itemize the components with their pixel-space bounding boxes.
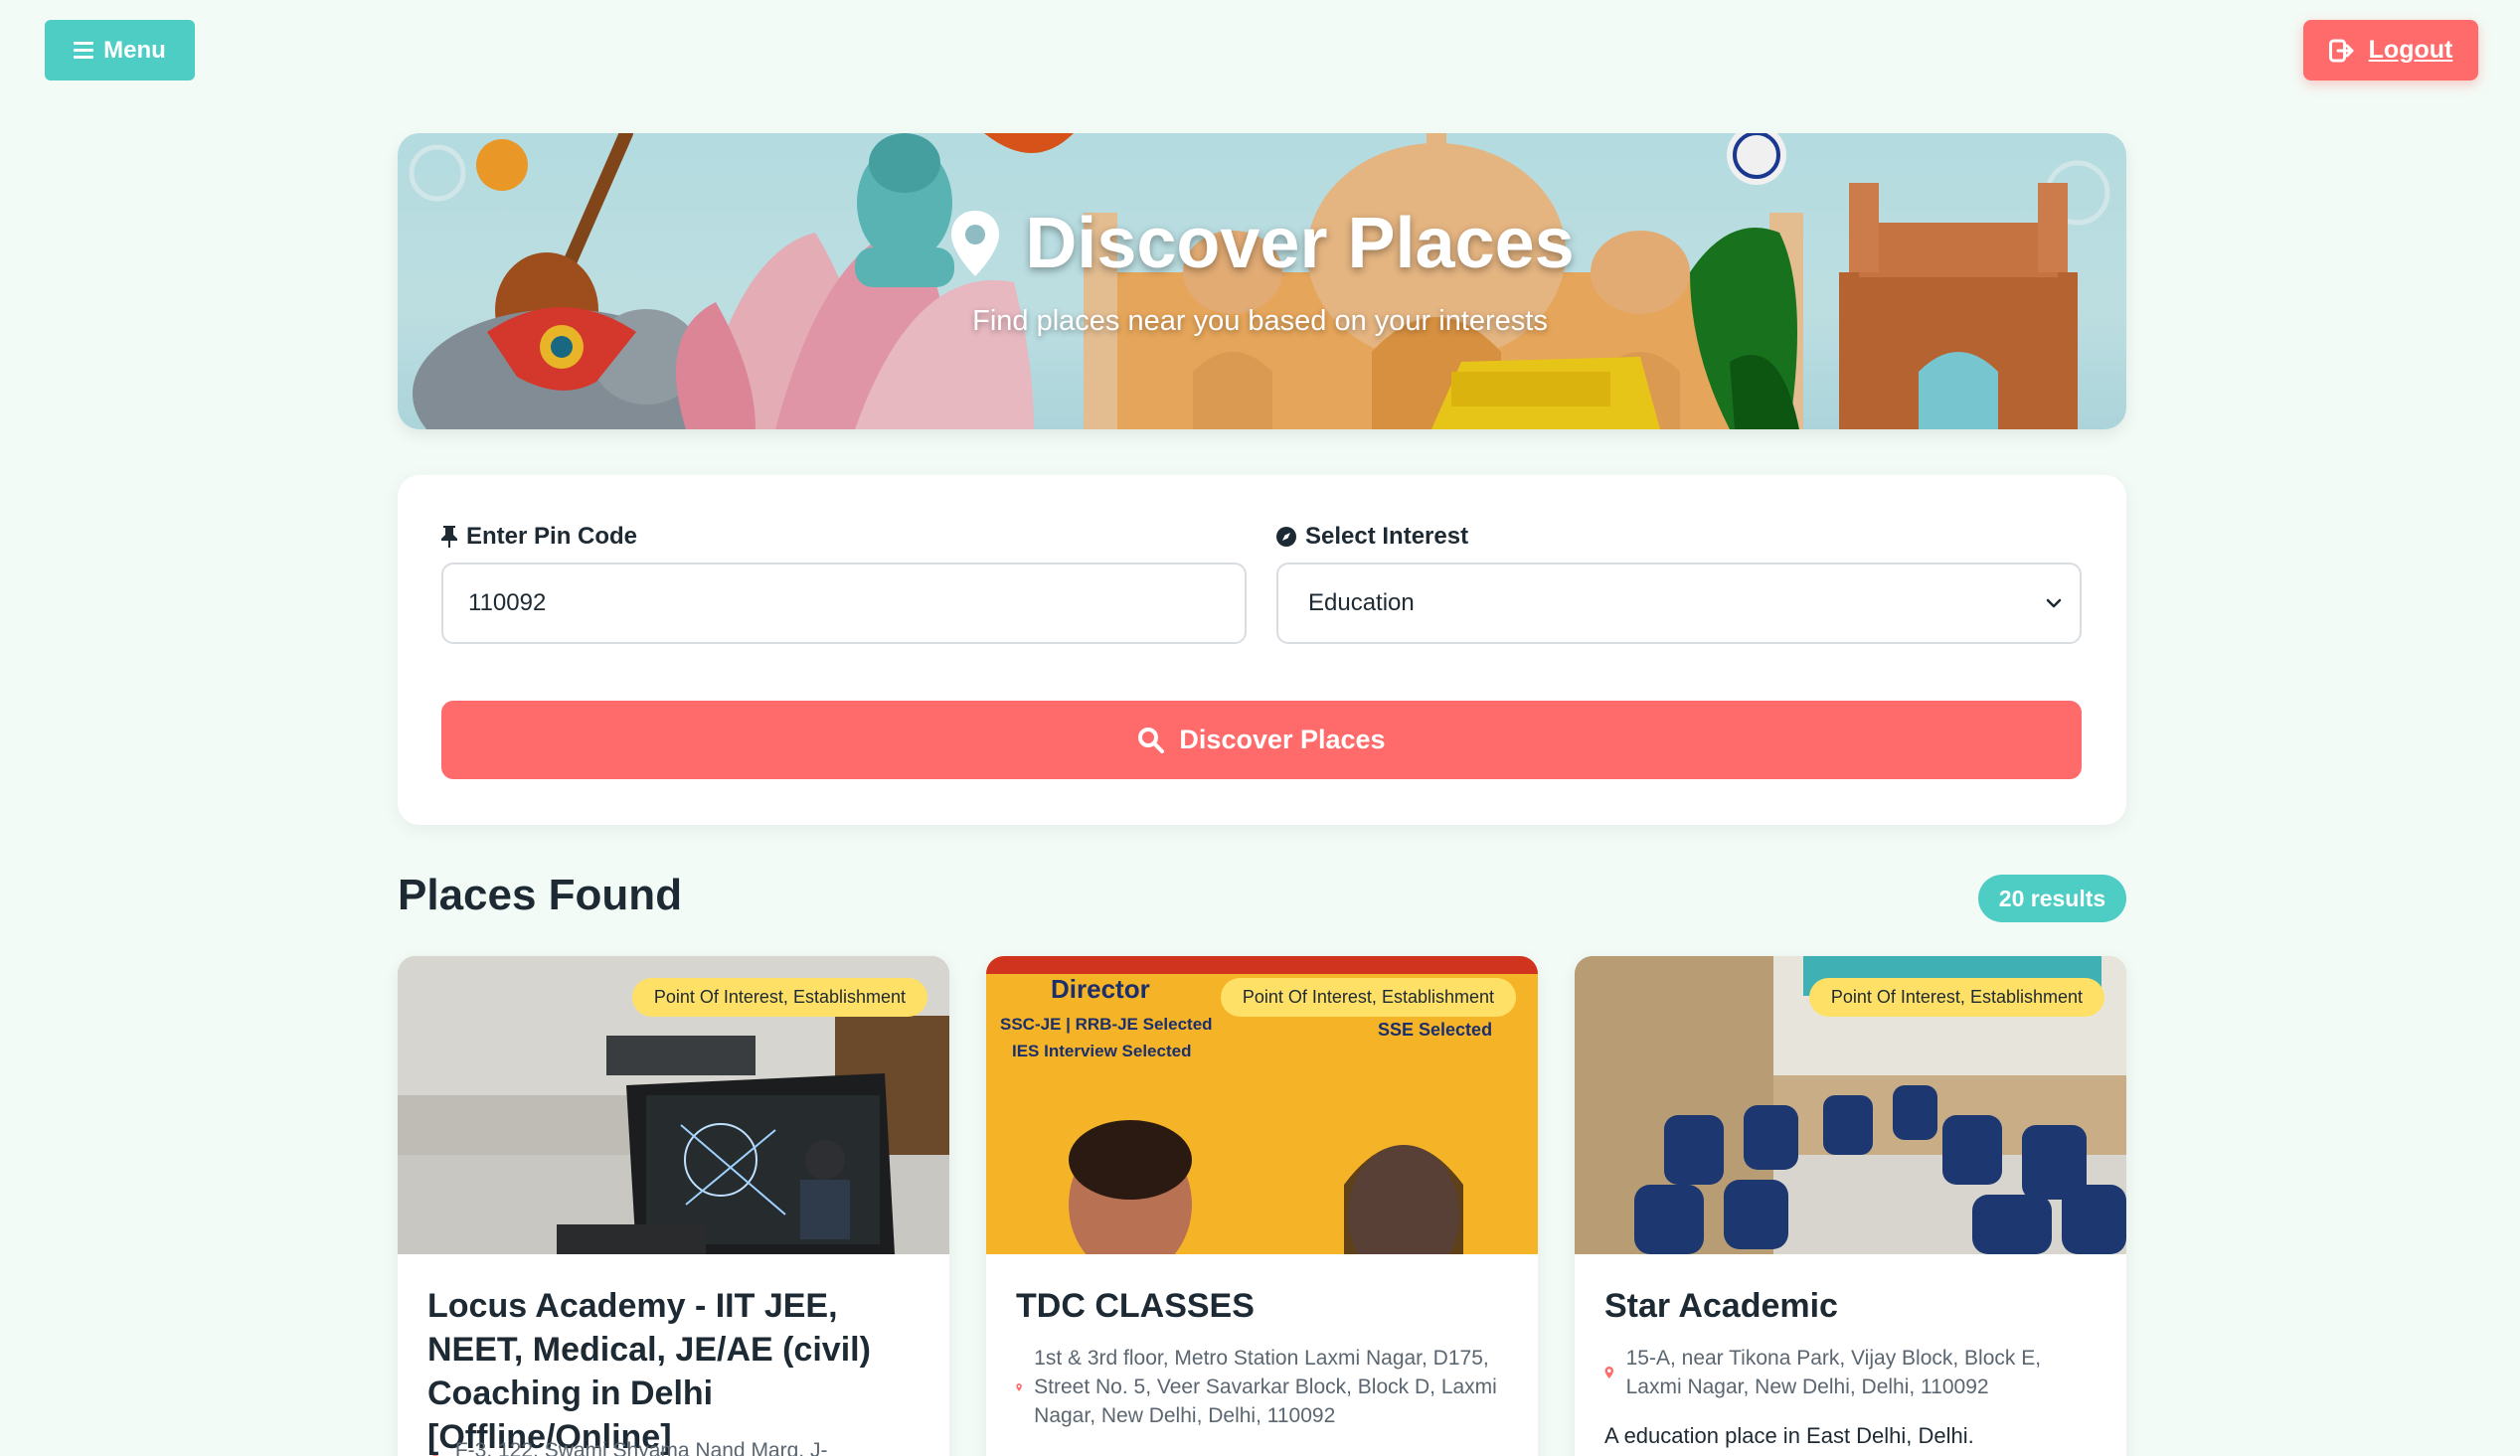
hero-title: Discover Places (398, 203, 2126, 284)
place-image: Director SSC-JE | RRB-JE Selected IES In… (986, 956, 1538, 1254)
place-address: 1st & 3rd floor, Metro Station Laxmi Nag… (1016, 1344, 1508, 1430)
category-tag: Point Of Interest, Establishment (1220, 978, 1516, 1017)
place-name: Locus Academy - IIT JEE, NEET, Medical, … (427, 1287, 871, 1456)
interest-label-text: Select Interest (1305, 523, 1469, 550)
location-pin-icon (1604, 1366, 1614, 1379)
hero-subtitle: Find places near you based on your inter… (972, 305, 1548, 337)
map-marker-icon (951, 211, 1000, 276)
compass-icon (1276, 527, 1296, 547)
results-count-badge: 20 results (1978, 875, 2126, 922)
menu-button[interactable]: Menu (45, 20, 195, 81)
category-tag: Point Of Interest, Establishment (631, 978, 927, 1017)
place-name: TDC CLASSES (1016, 1287, 1255, 1325)
place-image: Point Of Interest, Establishment (398, 956, 949, 1254)
place-address: 15-A, near Tikona Park, Vijay Block, Blo… (1604, 1344, 2097, 1401)
chevron-down-icon (2046, 598, 2062, 608)
place-address: F-3, 122, Swami Shyama Nand Marg, J-Exte… (427, 1436, 920, 1456)
poster-right: SSE Selected (1378, 1020, 1492, 1040)
results-title: Places Found (398, 871, 683, 919)
search-icon (1138, 727, 1165, 753)
logout-button-label: Logout (2368, 36, 2453, 64)
poster-line2: IES Interview Selected (1012, 1042, 1191, 1060)
place-address-text: 15-A, near Tikona Park, Vijay Block, Blo… (1625, 1347, 2042, 1398)
pin-code-label: Enter Pin Code (440, 523, 637, 551)
interest-label: Select Interest (1275, 523, 1468, 551)
pin-code-label-text: Enter Pin Code (466, 523, 638, 550)
discover-places-button-label: Discover Places (1179, 725, 1386, 754)
discover-places-button[interactable]: Discover Places (441, 701, 2082, 779)
menu-button-label: Menu (103, 36, 166, 64)
place-image: Point Of Interest, Establishment (1575, 956, 2126, 1254)
pin-code-input[interactable]: 110092 (441, 563, 1247, 644)
place-card[interactable]: Point Of Interest, Establishment Locus A… (398, 956, 949, 1456)
hero-banner: Discover Places (398, 133, 2126, 429)
place-name: Star Academic (1604, 1287, 1838, 1325)
hero-title-text: Discover Places (1025, 204, 1575, 283)
place-address-text: 1st & 3rd floor, Metro Station Laxmi Nag… (1034, 1347, 1497, 1427)
pin-code-value: 110092 (468, 589, 547, 616)
location-pin-icon (1016, 1382, 1022, 1391)
place-description: A education place in East Delhi, Delhi. (1604, 1423, 1974, 1448)
interest-select-value: Education (1308, 589, 1415, 616)
place-card[interactable]: Point Of Interest, Establishment Star Ac… (1575, 956, 2126, 1456)
place-card[interactable]: Director SSC-JE | RRB-JE Selected IES In… (986, 956, 1538, 1456)
poster-line1: SSC-JE | RRB-JE Selected (1000, 1015, 1213, 1034)
place-address-text: F-3, 122, Swami Shyama Nand Marg, J-Exte… (454, 1439, 828, 1456)
search-card: Enter Pin Code 110092 Select Interest Ed… (398, 475, 2126, 825)
sign-out-icon (2328, 39, 2354, 62)
interest-select[interactable]: Education (1276, 563, 2082, 644)
category-tag: Point Of Interest, Establishment (1808, 978, 2104, 1017)
poster-director: Director (1051, 974, 1150, 1004)
logout-button[interactable]: Logout (2303, 20, 2478, 81)
thumbtack-icon (441, 526, 457, 548)
bars-icon (74, 42, 94, 59)
